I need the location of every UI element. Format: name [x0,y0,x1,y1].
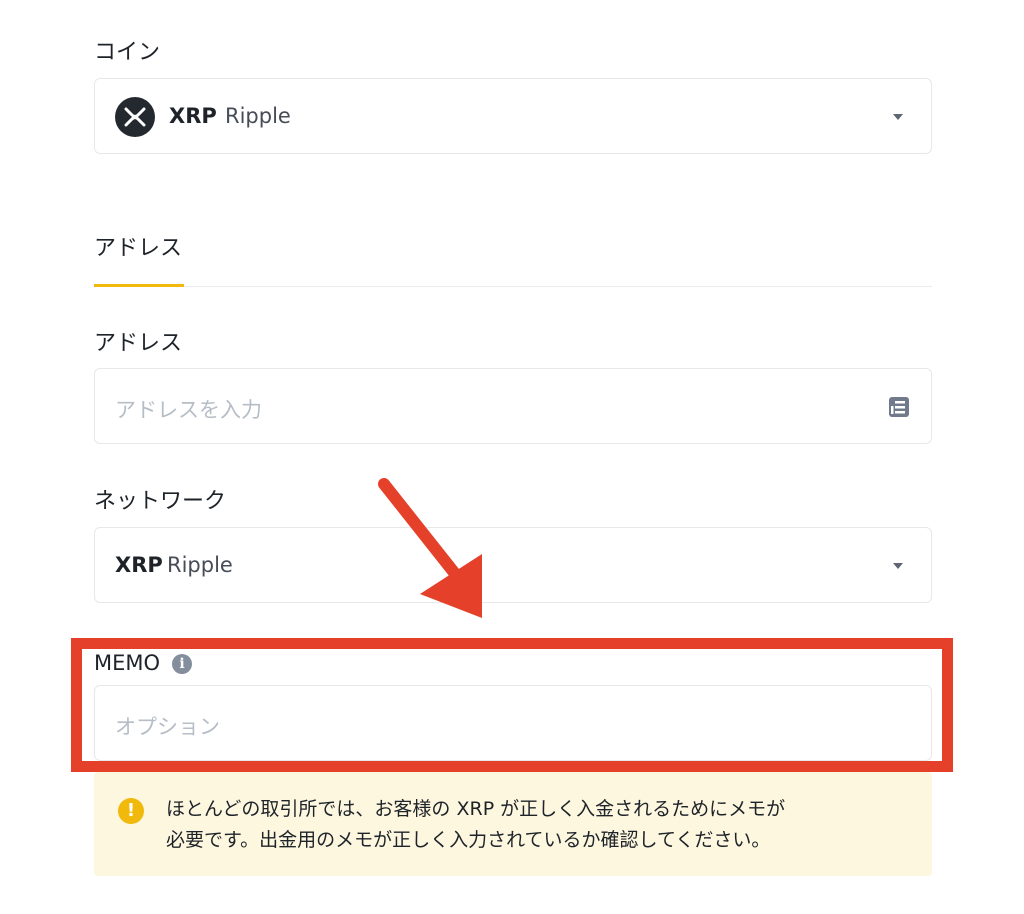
tab-active-indicator [94,284,184,287]
coin-symbol: XRP [169,104,217,128]
network-name: Ripple [167,553,233,577]
tab-address[interactable]: アドレス [94,236,182,262]
coin-label: コイン [94,40,161,65]
caret-down-icon[interactable] [893,563,903,569]
annotation-arrow [378,478,482,618]
caret-down-icon[interactable] [893,114,903,120]
address-input[interactable]: アドレスを入力 [94,368,932,444]
xrp-logo-icon [115,97,155,137]
address-placeholder: アドレスを入力 [115,398,262,422]
network-label: ネットワーク [94,489,227,514]
coin-select[interactable]: XRP Ripple [94,78,932,154]
address-book-icon[interactable] [887,395,911,419]
network-select[interactable]: XRP Ripple [94,527,932,603]
tab-divider [94,286,932,287]
coin-name: Ripple [225,104,291,128]
notice-line-2: 必要です。出金用のメモが正しく入力されているか確認してください。 [166,829,771,851]
network-symbol: XRP [115,553,163,577]
annotation-highlight-box [71,638,953,772]
notice-line-1: ほとんどの取引所では、お客様の XRP が正しく入金されるためにメモが [166,798,786,820]
memo-notice: ! ほとんどの取引所では、お客様の XRP が正しく入金されるためにメモが 必要… [94,772,932,876]
warning-icon: ! [118,798,144,824]
address-label: アドレス [94,331,183,356]
